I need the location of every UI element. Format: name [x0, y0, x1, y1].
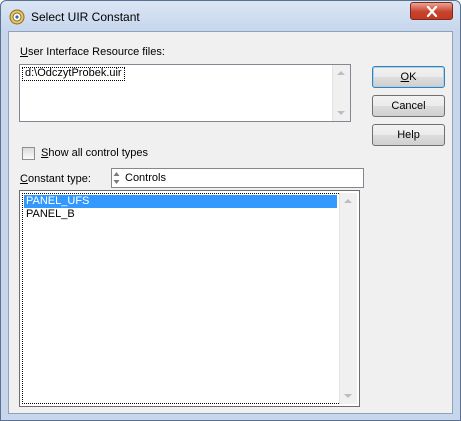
ok-button[interactable]: OK — [372, 66, 445, 88]
window-title: Select UIR Constant — [31, 10, 140, 24]
close-button[interactable] — [410, 2, 453, 20]
scroll-down-arrow-icon[interactable] — [337, 111, 345, 115]
close-x-icon — [426, 6, 438, 17]
dialog-client-area: User Interface Resource files: d:\Odczyt… — [8, 31, 453, 414]
uir-files-scrollbar[interactable] — [332, 65, 350, 121]
scroll-up-arrow-icon[interactable] — [337, 71, 345, 75]
constant-item-panel-b[interactable]: PANEL_B — [24, 208, 337, 221]
spin-updown-icon[interactable] — [112, 169, 121, 188]
scroll-down-arrow-icon[interactable] — [344, 394, 352, 398]
constant-item-panel-ufs[interactable]: PANEL_UFS — [24, 195, 337, 208]
uir-files-label: User Interface Resource files: — [20, 46, 165, 58]
cancel-button[interactable]: Cancel — [372, 95, 445, 117]
constants-scrollbar[interactable] — [339, 193, 357, 404]
constant-type-label: Constant type: — [20, 173, 91, 185]
scroll-up-arrow-icon[interactable] — [344, 199, 352, 203]
title-bar[interactable]: Select UIR Constant — [1, 1, 460, 31]
constant-type-field[interactable]: Controls — [111, 168, 364, 188]
labwindows-cvi-icon — [9, 9, 25, 25]
constants-list[interactable]: PANEL_UFS PANEL_B — [19, 190, 360, 407]
list-focus-rect — [22, 193, 357, 404]
show-all-label: Show all control types — [41, 147, 149, 159]
uir-file-item[interactable]: d:\OdczytProbek.uir — [22, 67, 125, 81]
constant-type-value: Controls — [125, 172, 166, 184]
help-button[interactable]: Help — [372, 124, 445, 146]
uir-files-list[interactable]: d:\OdczytProbek.uir — [19, 64, 351, 122]
dialog-window: Select UIR Constant User Interface Resou… — [0, 0, 461, 421]
show-all-checkbox[interactable] — [22, 147, 35, 160]
